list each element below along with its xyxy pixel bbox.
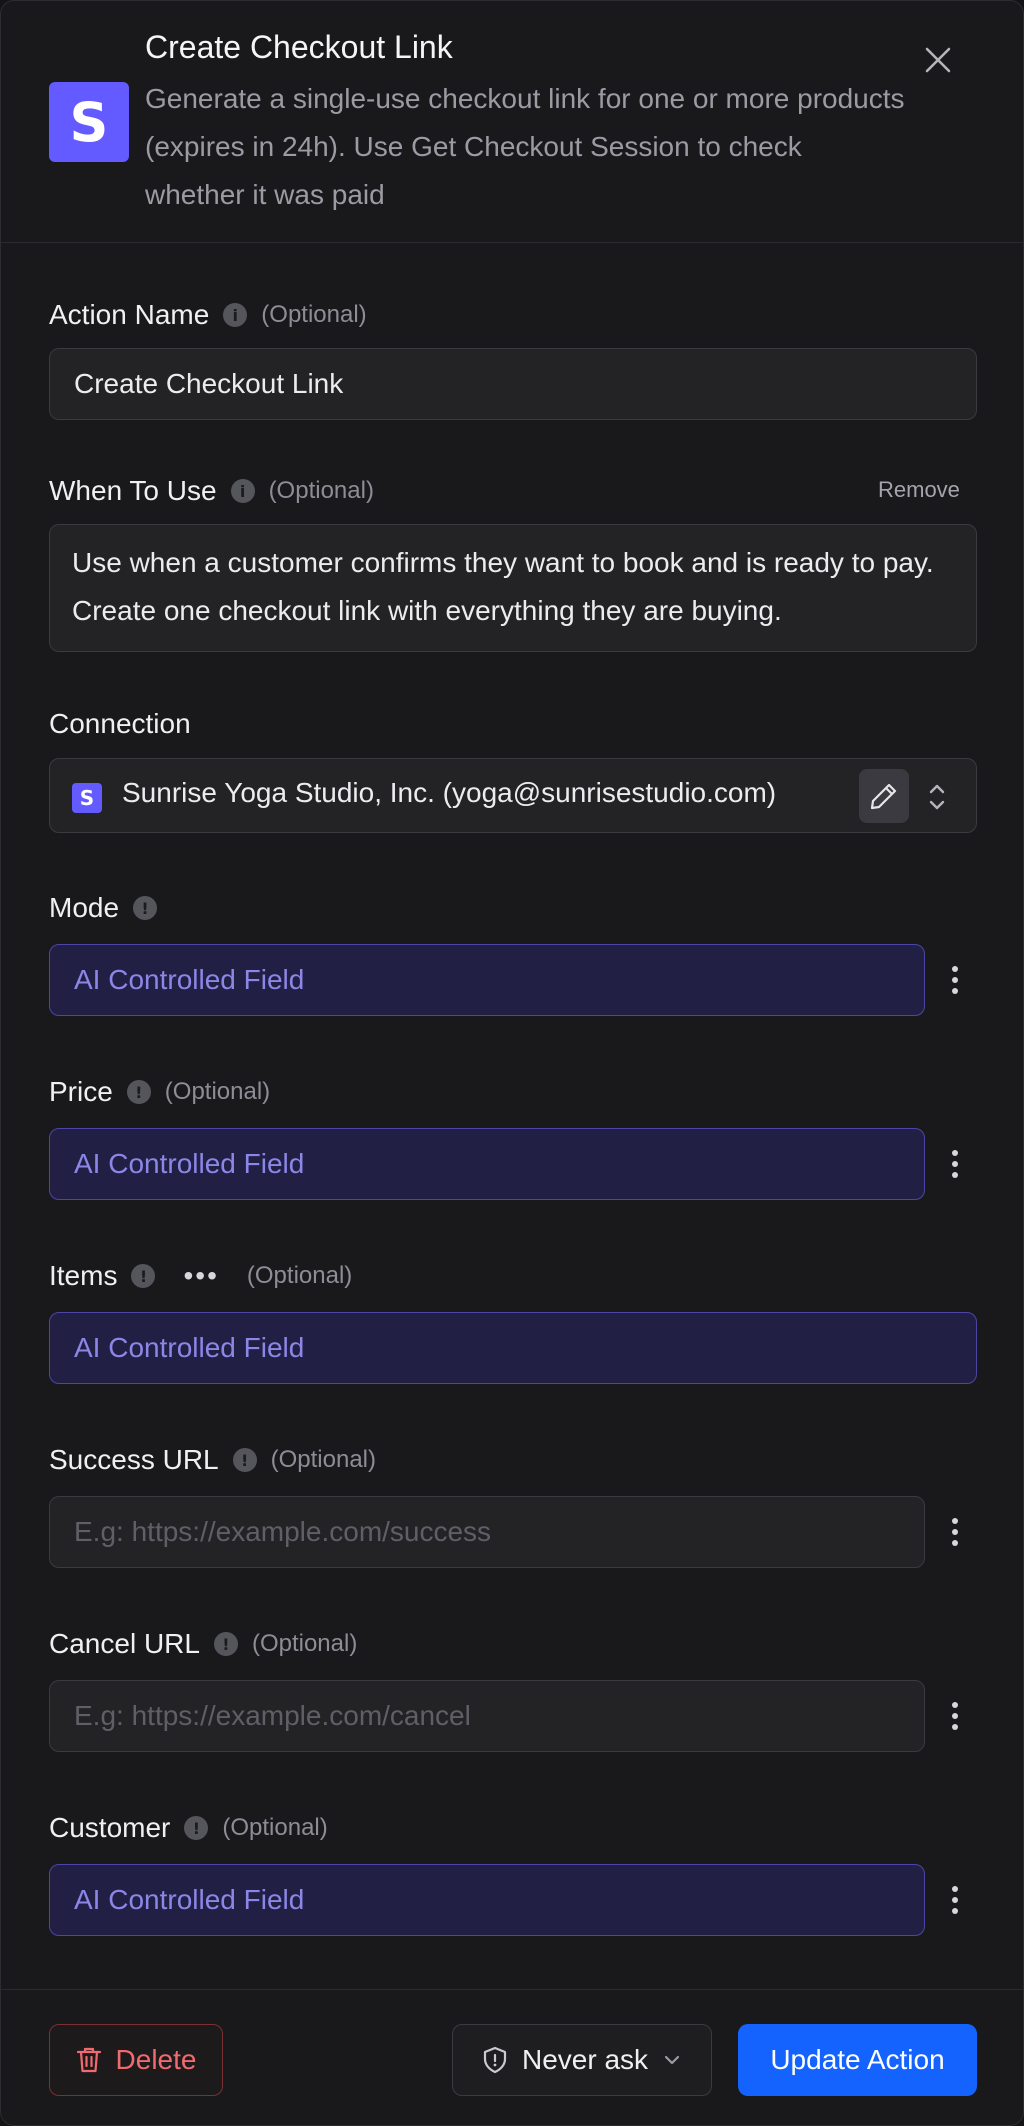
chevron-up-down-icon [929,784,945,810]
close-button[interactable] [917,39,959,81]
optional-tag: (Optional) [268,477,374,504]
action-name-label-row: Action Name i (Optional) [49,295,367,335]
success-url-more-button[interactable] [941,1512,969,1552]
stripe-logo: S [49,82,129,162]
pencil-icon [870,783,897,810]
price-ai-field[interactable]: AI Controlled Field [49,1128,925,1200]
optional-tag: (Optional) [270,1446,376,1473]
remove-when-to-use-button[interactable]: Remove [878,477,960,503]
connection-select[interactable]: S Sunrise Yoga Studio, Inc. (yoga@sunris… [49,758,977,833]
panel-footer: Delete Never ask Update Action [1,1989,1023,2125]
mode-ai-field[interactable]: AI Controlled Field [49,944,925,1016]
cancel-url-label: Cancel URL [49,1628,200,1659]
mode-label-row: Mode ! [49,888,158,928]
edit-connection-button[interactable] [859,769,909,823]
panel-description: Generate a single-use checkout link for … [145,83,905,210]
mode-more-button[interactable] [941,960,969,1000]
info-icon[interactable]: i [230,479,255,503]
customer-label-row: Customer ! (Optional) [49,1808,328,1848]
mode-label: Mode [49,892,120,923]
more-horizontal-icon[interactable]: ••• [183,1262,218,1290]
connection-value: Sunrise Yoga Studio, Inc. (yoga@sunrises… [122,777,777,808]
info-icon[interactable]: ! [131,1264,156,1288]
items-ai-field[interactable]: AI Controlled Field [49,1312,977,1384]
info-icon[interactable]: ! [213,1632,238,1656]
customer-ai-field[interactable]: AI Controlled Field [49,1864,925,1936]
delete-label: Delete [115,2044,197,2075]
info-icon[interactable]: i [223,303,248,327]
customer-more-button[interactable] [941,1880,969,1920]
price-label-row: Price ! (Optional) [49,1072,270,1112]
optional-tag: (Optional) [164,1078,271,1105]
panel-title: Create Checkout Link [145,29,453,65]
items-label-row: Items ! ••• (Optional) [49,1256,352,1296]
connection-stepper[interactable] [922,779,952,815]
action-name-label: Action Name [49,299,210,330]
edit-action-panel: S Create Checkout Link Generate a single… [0,0,1024,2126]
info-icon[interactable]: ! [184,1816,209,1840]
connection-label: Connection [49,708,191,739]
customer-label: Customer [49,1812,171,1843]
action-name-input[interactable]: Create Checkout Link [49,348,977,420]
approval-mode-label: Never ask [521,2044,649,2075]
cancel-url-input[interactable]: E.g: https://example.com/cancel [49,1680,925,1752]
connection-label-row: Connection [49,704,191,744]
chevron-down-icon [664,2055,680,2065]
info-icon[interactable]: ! [133,896,158,920]
stripe-logo-small: S [72,783,102,813]
optional-tag: (Optional) [222,1814,328,1841]
when-to-use-textarea[interactable]: Use when a customer confirms they want t… [49,524,977,652]
info-icon[interactable]: ! [126,1080,151,1104]
success-url-label: Success URL [49,1444,219,1475]
trash-icon [76,2047,101,2073]
shield-icon [483,2046,507,2074]
when-to-use-label-row: When To Use i (Optional) [49,471,374,511]
price-label: Price [49,1076,113,1107]
panel-header: S Create Checkout Link Generate a single… [1,1,1023,243]
cancel-url-more-button[interactable] [941,1696,969,1736]
close-icon [925,47,951,73]
price-more-button[interactable] [941,1144,969,1184]
items-label: Items [49,1260,118,1291]
info-icon[interactable]: ! [232,1448,257,1472]
success-url-input[interactable]: E.g: https://example.com/success [49,1496,925,1568]
delete-button[interactable]: Delete [49,2024,223,2096]
update-action-button[interactable]: Update Action [738,2024,977,2096]
optional-tag: (Optional) [246,1262,353,1289]
cancel-url-label-row: Cancel URL ! (Optional) [49,1624,357,1664]
optional-tag: (Optional) [251,1630,358,1657]
when-to-use-label: When To Use [49,475,217,506]
approval-mode-dropdown[interactable]: Never ask [452,2024,712,2096]
optional-tag: (Optional) [261,301,367,328]
success-url-label-row: Success URL ! (Optional) [49,1440,376,1480]
